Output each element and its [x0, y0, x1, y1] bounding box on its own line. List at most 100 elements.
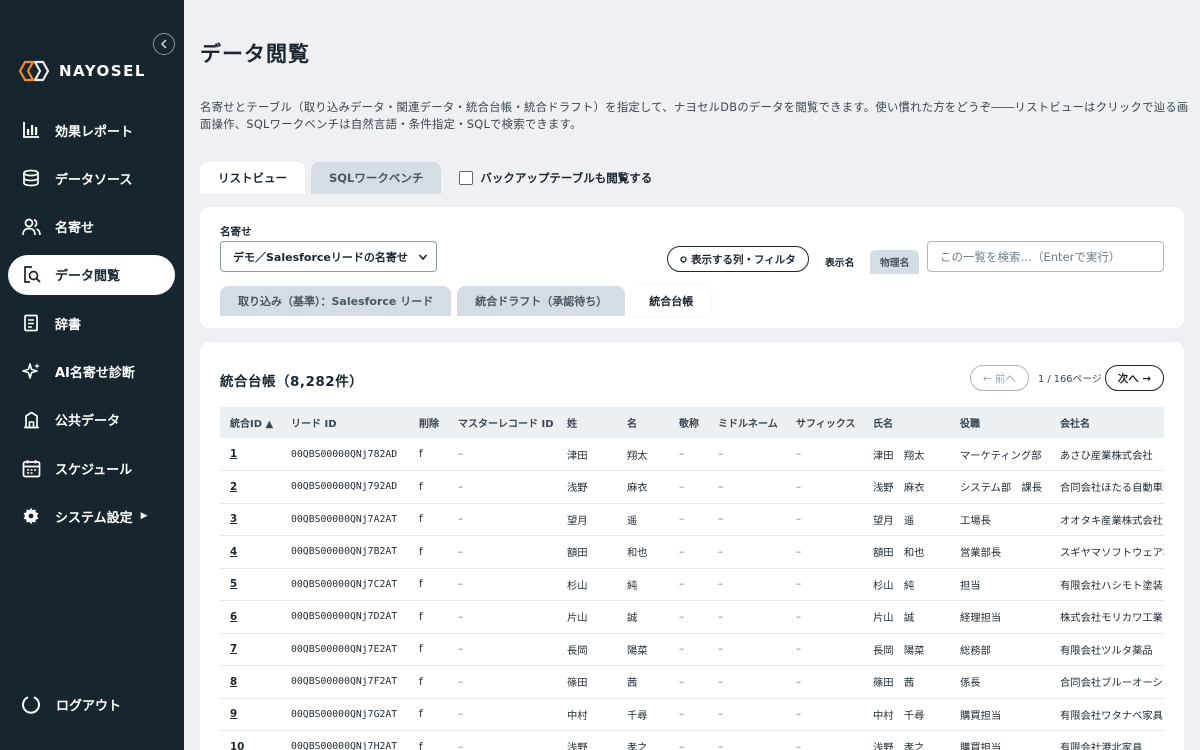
- filter-card: 名寄せ デモ／Salesforceリードの名寄せ 表示する列・フィルタ 表示名 …: [200, 207, 1184, 328]
- sidebar-item-report[interactable]: 効果レポート: [8, 110, 175, 150]
- physical-name-toggle[interactable]: 物理名: [870, 250, 920, 274]
- sidebar-item-data-browse[interactable]: データ閲覧: [8, 254, 175, 295]
- table-scroll-area[interactable]: 統合ID ▲ リード ID 削除 マスターレコード ID 姓 名 敬称 ミドルネーム サフィック…: [220, 407, 1164, 750]
- table-cell: 額田: [557, 535, 617, 569]
- backup-checkbox[interactable]: [459, 171, 474, 185]
- table-cell: f: [409, 730, 448, 750]
- table-cell: –: [786, 730, 863, 750]
- database-icon: [21, 168, 41, 188]
- column-header[interactable]: 統合ID ▲: [220, 407, 281, 438]
- table-cell: 合同会社ほたる自動車販売: [1050, 470, 1164, 504]
- table-cell: 2: [220, 470, 281, 504]
- building-icon: [21, 410, 41, 430]
- table-cell: 3: [220, 503, 281, 536]
- table-cell: 津田: [557, 438, 617, 471]
- table-cell: 株式会社モリカワ工業: [1050, 600, 1164, 634]
- tab-list-view[interactable]: リストビュー: [200, 162, 305, 194]
- sidebar-item-label: 辞書: [55, 317, 82, 333]
- column-header: リード ID: [291, 419, 337, 430]
- column-header: 名: [627, 419, 637, 430]
- sidebar-collapse-button[interactable]: [153, 33, 175, 55]
- sidebar-item-datasource[interactable]: データソース: [8, 158, 175, 198]
- table-cell: 片山 誠: [863, 600, 950, 634]
- table-cell: 購買担当: [950, 698, 1050, 731]
- subtab-draft[interactable]: 統合ドラフト（承認待ち）: [457, 286, 626, 316]
- table-row: 10 00QBS00000QNj7H2AT f – 浅野 孝之 – – – 浅野 孝之 購買担当 有限…: [220, 730, 1164, 750]
- record-id-link[interactable]: 1: [230, 448, 237, 460]
- search-input[interactable]: [927, 241, 1164, 272]
- tab-sql-workbench[interactable]: SQLワークベンチ: [311, 162, 442, 194]
- search-document-icon: [21, 265, 41, 285]
- table-row: 4 00QBS00000QNj7B2AT f – 額田 和也 – – – 額田 和也 営業部長 スギヤ…: [220, 535, 1164, 569]
- record-id-link[interactable]: 3: [230, 513, 237, 525]
- column-header: マスターレコード ID: [458, 419, 554, 430]
- column-header: 氏名: [873, 419, 893, 430]
- sidebar-item-nayose[interactable]: 名寄せ: [8, 207, 175, 247]
- table-cell: –: [669, 633, 708, 666]
- prev-page-button[interactable]: ← 前へ: [970, 365, 1029, 391]
- table-cell: –: [448, 633, 557, 666]
- subtab-ledger[interactable]: 統合台帳: [631, 286, 712, 316]
- nayose-selected-value: デモ／Salesforceリードの名寄せ: [233, 250, 408, 264]
- record-id-link[interactable]: 8: [230, 676, 237, 688]
- subtab-import[interactable]: 取り込み（基準）：Salesforce リード: [220, 286, 452, 316]
- gear-icon: [21, 506, 41, 526]
- sidebar-item-dictionary[interactable]: 辞書: [8, 303, 175, 343]
- table-cell: –: [786, 535, 863, 569]
- table-cell: 係長: [950, 665, 1050, 699]
- logout-button[interactable]: ログアウト: [21, 694, 121, 714]
- table-row: 3 00QBS00000QNj7A2AT f – 望月遥 – – – 望月 遥工場長 オオタキ産業…: [220, 503, 1164, 536]
- logout-label: ログアウト: [56, 698, 122, 714]
- table-cell: f: [409, 438, 448, 471]
- table-cell: 経理担当: [950, 600, 1050, 634]
- record-id-link[interactable]: 2: [230, 481, 237, 493]
- table-cell: 望月 遥: [863, 503, 950, 536]
- table-cell: –: [448, 503, 557, 536]
- page-description: 名寄せとテーブル（取り込みデータ・関連データ・統合台帳・統合ドラフト）を指定して…: [200, 101, 1189, 131]
- table-cell: 千尋: [617, 698, 669, 731]
- record-id-link[interactable]: 10: [230, 741, 244, 750]
- table-cell: –: [708, 568, 786, 601]
- record-id-link[interactable]: 4: [230, 546, 237, 558]
- record-id-link[interactable]: 6: [230, 611, 237, 623]
- table-cell: –: [786, 470, 863, 504]
- table-cell: 00QBS00000QNj7B2AT: [281, 535, 409, 569]
- column-header: サフィックス: [796, 419, 856, 430]
- table-cell: 10: [220, 730, 281, 750]
- sidebar-item-ai-diagnosis[interactable]: AI名寄せ診断: [8, 351, 175, 391]
- table-cell: –: [669, 470, 708, 504]
- page-info: 1 / 166ページ: [1038, 374, 1102, 385]
- table-cell: 額田 和也: [863, 535, 950, 569]
- table-cell: 00QBS00000QNj782AD: [281, 438, 409, 471]
- table-cell: 遥: [617, 503, 669, 536]
- table-cell: f: [409, 665, 448, 699]
- table-cell: –: [448, 438, 557, 471]
- sidebar-nav: 効果レポート データソース 名寄せ データ閲覧 辞書 AI名寄せ診断 公共データ…: [8, 110, 175, 545]
- table-cell: 篠田 茜: [863, 665, 950, 699]
- table-title: 統合台帳（8,282件）: [220, 374, 364, 390]
- table-cell: –: [708, 698, 786, 731]
- sidebar-item-public-data[interactable]: 公共データ: [8, 400, 175, 440]
- page-title: データ閲覧: [200, 42, 310, 66]
- backup-toggle[interactable]: バックアップテーブルも閲覧する: [459, 170, 652, 186]
- sidebar-item-label: 公共データ: [55, 414, 121, 430]
- bar-chart-icon: [21, 120, 41, 140]
- sidebar-item-system-settings[interactable]: システム設定 ▶: [8, 496, 175, 536]
- record-id-link[interactable]: 7: [230, 643, 237, 655]
- book-icon: [21, 313, 41, 333]
- record-id-link[interactable]: 9: [230, 708, 237, 720]
- table-cell: 麻衣: [617, 470, 669, 504]
- nayose-select[interactable]: デモ／Salesforceリードの名寄せ: [220, 241, 437, 272]
- table-cell: 有限会社ワタナベ家具: [1050, 698, 1164, 731]
- column-header: 削除: [419, 419, 439, 430]
- next-page-button[interactable]: 次へ →: [1105, 365, 1164, 391]
- record-id-link[interactable]: 5: [230, 578, 237, 590]
- view-tabs: リストビュー SQLワークベンチ バックアップテーブルも閲覧する: [200, 162, 652, 194]
- columns-filter-button[interactable]: 表示する列・フィルタ: [667, 246, 809, 272]
- sidebar-item-schedule[interactable]: スケジュール: [8, 448, 175, 488]
- table-card: 統合台帳（8,282件） ← 前へ 1 / 166ページ 次へ → 統合ID ▲…: [200, 342, 1184, 750]
- columns-filter-label: 表示する列・フィルタ: [691, 253, 796, 266]
- sidebar: NAYOSEL 効果レポート データソース 名寄せ データ閲覧 辞書 AI名寄せ…: [0, 0, 184, 750]
- display-name-toggle[interactable]: 表示名: [814, 250, 865, 274]
- logo[interactable]: NAYOSEL: [17, 60, 146, 82]
